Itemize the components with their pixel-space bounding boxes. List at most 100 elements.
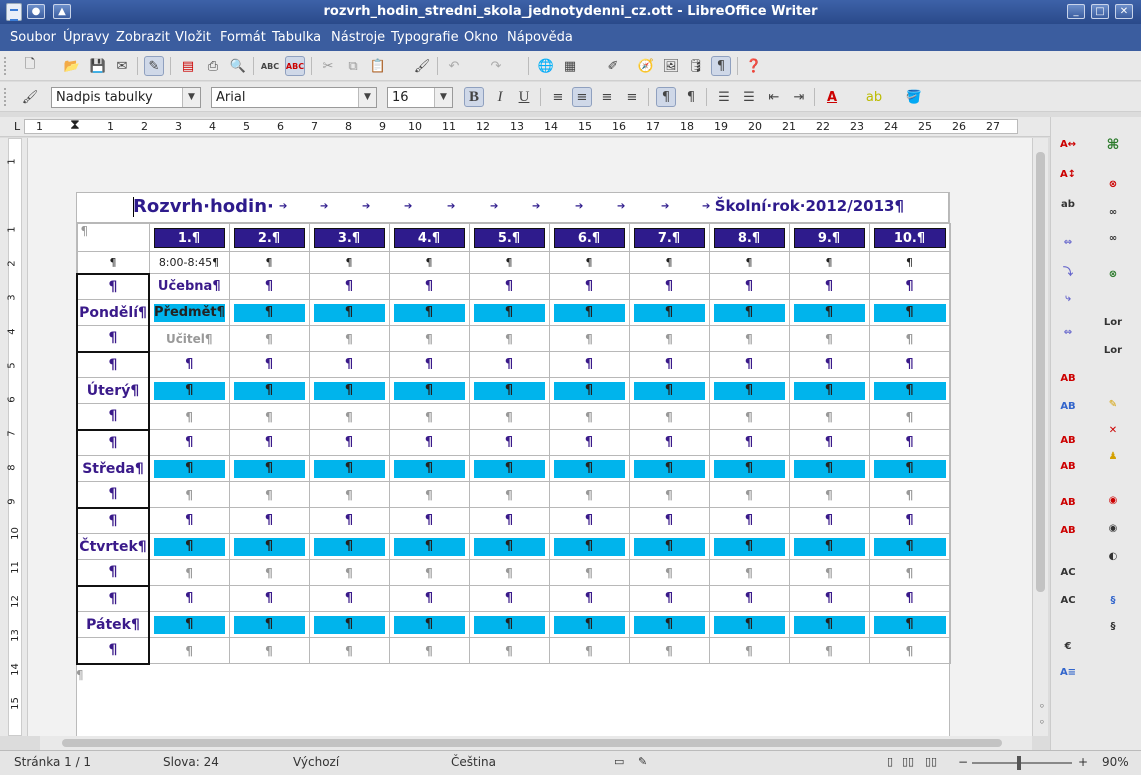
subject-cell[interactable]: ¶ (628, 455, 710, 482)
warning-icon[interactable]: ⊗ (1102, 265, 1124, 285)
subject-cell[interactable]: ¶ (628, 533, 710, 560)
teacher-cell[interactable]: ¶ (708, 481, 790, 508)
teacher-cell[interactable]: ¶ (788, 325, 870, 352)
move-right-icon[interactable]: ⤷ (1057, 289, 1079, 309)
paste-icon[interactable]: 📋 (368, 56, 388, 76)
book-view-icon[interactable]: ▯▯ (925, 755, 937, 768)
day-spacer-cell[interactable]: ¶ (76, 403, 150, 431)
subject-cell[interactable]: ¶ (708, 377, 790, 404)
subject-cell[interactable]: ¶ (788, 533, 870, 560)
period-header-cell[interactable]: 10.¶ (868, 223, 951, 252)
teacher-cell[interactable]: ¶ (228, 403, 310, 430)
room-cell[interactable]: ¶ (468, 351, 550, 378)
room-cell[interactable]: ¶ (308, 429, 390, 456)
cut-icon[interactable]: ✂ (318, 56, 338, 76)
edit-icon[interactable]: ✎ (1102, 395, 1124, 415)
navigator-icon[interactable]: 🧭 (636, 56, 656, 76)
teacher-cell[interactable]: ¶ (468, 325, 550, 352)
teacher-cell[interactable]: ¶ (148, 481, 230, 508)
subject-cell[interactable]: Předmět¶ (148, 299, 230, 326)
teacher-cell[interactable]: ¶ (308, 637, 390, 664)
subject-cell[interactable]: ¶ (868, 533, 951, 560)
time-cell[interactable]: ¶ (788, 251, 870, 274)
period-header-cell[interactable]: 6.¶ (548, 223, 630, 252)
zoom-slider[interactable] (972, 762, 1072, 764)
undo-icon[interactable]: ↶ (444, 56, 464, 76)
subject-cell[interactable]: ¶ (708, 455, 790, 482)
teacher-cell[interactable]: ¶ (628, 481, 710, 508)
teacher-cell[interactable]: ¶ (548, 481, 630, 508)
time-cell[interactable]: ¶ (388, 251, 470, 274)
room-cell[interactable]: ¶ (548, 507, 630, 534)
day-name-cell[interactable]: Čtvrtek¶ (76, 533, 150, 560)
day-spacer-cell[interactable]: ¶ (76, 559, 150, 587)
subject-cell[interactable]: ¶ (628, 299, 710, 326)
subject-cell[interactable]: ¶ (788, 299, 870, 326)
character-spacing-icon[interactable]: ab (1057, 195, 1079, 215)
vertical-ruler[interactable]: 1 1 2 3 4 5 6 7 8 9 10 11 12 13 14 15 (0, 138, 28, 736)
corner-cell[interactable]: ¶ (76, 223, 150, 252)
time-cell[interactable]: ¶ (228, 251, 310, 274)
teacher-cell[interactable]: ¶ (548, 637, 630, 664)
subject-cell[interactable]: ¶ (148, 611, 230, 638)
period-header-cell[interactable]: 5.¶ (468, 223, 550, 252)
teacher-cell[interactable]: ¶ (628, 325, 710, 352)
link-icon[interactable]: ∞ (1102, 203, 1124, 223)
subject-cell[interactable]: ¶ (788, 611, 870, 638)
subject-cell[interactable]: ¶ (468, 533, 550, 560)
special-space-icon[interactable]: AC (1057, 591, 1079, 611)
spellcheck-icon[interactable]: ABC (260, 56, 280, 76)
decrease-indent-icon[interactable]: ⇤ (764, 87, 784, 107)
font-name-combo[interactable]: Arial ▼ (211, 87, 377, 108)
room-cell[interactable]: ¶ (148, 351, 230, 378)
gallery-icon[interactable]: 🖼 (661, 56, 681, 76)
subject-cell[interactable]: ¶ (388, 377, 470, 404)
subject-cell[interactable]: ¶ (308, 611, 390, 638)
subject-cell[interactable]: ¶ (228, 455, 310, 482)
subject-cell[interactable]: ¶ (868, 299, 951, 326)
time-cell[interactable]: ¶ (308, 251, 390, 274)
room-cell[interactable]: ¶ (788, 351, 870, 378)
room-cell[interactable]: ¶ (388, 429, 470, 456)
subject-cell[interactable]: ¶ (788, 377, 870, 404)
subject-cell[interactable]: ¶ (308, 377, 390, 404)
subject-cell[interactable]: ¶ (628, 377, 710, 404)
subject-cell[interactable]: ¶ (468, 611, 550, 638)
subject-cell[interactable]: ¶ (548, 455, 630, 482)
teacher-cell[interactable]: ¶ (228, 481, 310, 508)
text-width-icon[interactable]: A↔ (1057, 135, 1079, 155)
subject-cell[interactable]: ¶ (388, 533, 470, 560)
person-icon[interactable]: ♟ (1102, 447, 1124, 467)
subject-cell[interactable]: ¶ (468, 455, 550, 482)
teacher-cell[interactable]: ¶ (788, 481, 870, 508)
draw-functions-icon[interactable]: ✐ (603, 56, 623, 76)
zoom-in-button[interactable]: + (1078, 755, 1088, 769)
room-cell[interactable]: ¶ (628, 585, 710, 612)
day-spacer-cell[interactable]: ¶ (76, 584, 150, 612)
align-center-icon[interactable]: ≡ (572, 87, 592, 107)
multi-page-view-icon[interactable]: ▯▯ (902, 755, 914, 768)
day-spacer-cell[interactable]: ¶ (76, 506, 150, 534)
bullets-icon[interactable]: ☰ (739, 87, 759, 107)
room-cell[interactable]: ¶ (628, 351, 710, 378)
email-icon[interactable]: ✉ (112, 56, 132, 76)
subject-cell[interactable]: ¶ (308, 299, 390, 326)
table-icon[interactable]: ▦ (560, 56, 580, 76)
room-cell[interactable]: ¶ (468, 273, 550, 300)
text-align-icon[interactable]: A≡ (1057, 663, 1079, 683)
timetable[interactable]: ¶ 1.¶ 2.¶ 3.¶ 4.¶ 5.¶ 6.¶ 7.¶ 8.¶ 9.¶ 10.¶ ¶ 8:00-8:… (76, 223, 951, 665)
time-cell[interactable]: ¶ (548, 251, 630, 274)
teacher-cell[interactable]: ¶ (388, 481, 470, 508)
room-cell[interactable]: Učebna¶ (148, 273, 230, 300)
room-cell[interactable]: ¶ (548, 429, 630, 456)
table-title-row[interactable]: Rozvrh·hodin· ➔ ➔ ➔ ➔ ➔ ➔ ➔ ➔ ➔ ➔ ➔ Škol… (76, 192, 949, 223)
teacher-cell[interactable]: ¶ (388, 325, 470, 352)
room-cell[interactable]: ¶ (628, 507, 710, 534)
time-cell[interactable]: ¶ (628, 251, 710, 274)
selection-mode-icon[interactable]: ▭ (614, 755, 624, 768)
subject-cell[interactable]: ¶ (388, 299, 470, 326)
contrast-icon[interactable]: ◐ (1102, 547, 1124, 567)
edit-mode-icon[interactable]: ✎ (144, 56, 164, 76)
teacher-cell[interactable]: ¶ (628, 559, 710, 586)
menu-nastroje[interactable]: Nástroje (331, 30, 385, 45)
